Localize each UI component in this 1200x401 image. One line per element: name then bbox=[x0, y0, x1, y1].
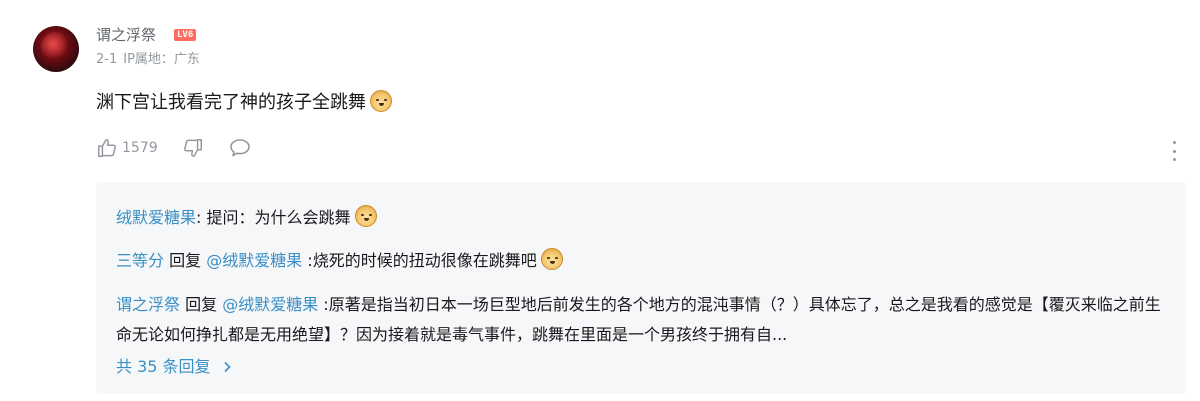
comment-meta: 2-1 IP属地：广东 bbox=[96, 52, 200, 68]
doge-emoji bbox=[354, 205, 377, 227]
reply-item: 三等分 回复 @绒默爱糖果 :烧死的时候的扭动很像在跳舞吧 bbox=[116, 248, 563, 274]
comment-bubble-icon bbox=[229, 139, 250, 157]
level-badge: LV6 bbox=[174, 29, 197, 41]
user-avatar[interactable] bbox=[33, 26, 79, 72]
reply-author[interactable]: 绒默爱糖果 bbox=[116, 208, 196, 227]
comment-username[interactable]: 谓之浮祭 bbox=[96, 26, 156, 44]
view-all-replies-label: 共 35 条回复 bbox=[116, 357, 211, 376]
reply-mention[interactable]: @绒默爱糖果 bbox=[206, 251, 302, 270]
reply-mention[interactable]: @绒默爱糖果 bbox=[222, 295, 318, 314]
thumbs-down-icon bbox=[183, 139, 202, 157]
comment-date: 2-1 bbox=[96, 52, 118, 67]
like-button[interactable]: 1579 bbox=[96, 137, 158, 159]
like-count: 1579 bbox=[122, 140, 158, 156]
comment-actions: 1579 bbox=[96, 137, 276, 159]
reply-separator: : bbox=[318, 295, 329, 314]
view-all-replies-link[interactable]: 共 35 条回复 bbox=[116, 356, 232, 378]
doge-emoji bbox=[540, 248, 563, 270]
reply-separator: : bbox=[302, 251, 313, 270]
more-dot-icon bbox=[1172, 141, 1176, 144]
reply-separator: : bbox=[196, 208, 207, 227]
thumbs-up-icon bbox=[98, 139, 116, 157]
replies-panel: 绒默爱糖果: 提问：为什么会跳舞 三等分 回复 @绒默爱糖果 :烧死的时候的扭动… bbox=[96, 182, 1186, 394]
reply-text: 烧死的时候的扭动很像在跳舞吧 bbox=[312, 251, 537, 270]
doge-emoji bbox=[370, 90, 392, 112]
reply-button[interactable] bbox=[228, 137, 252, 159]
comment-content: 渊下宫让我看完了神的孩子全跳舞 bbox=[96, 90, 392, 116]
reply-word: 回复 bbox=[164, 251, 207, 270]
reply-author[interactable]: 谓之浮祭 bbox=[116, 295, 180, 314]
comment-text: 渊下宫让我看完了神的孩子全跳舞 bbox=[96, 92, 366, 113]
chevron-right-icon bbox=[224, 361, 231, 373]
dislike-button[interactable] bbox=[182, 137, 204, 159]
reply-text: 提问：为什么会跳舞 bbox=[206, 208, 351, 227]
reply-word: 回复 bbox=[180, 295, 223, 314]
more-dot-icon bbox=[1172, 149, 1176, 153]
more-options-button[interactable] bbox=[1170, 141, 1178, 161]
reply-item: 绒默爱糖果: 提问：为什么会跳舞 bbox=[116, 205, 377, 231]
reply-author[interactable]: 三等分 bbox=[116, 251, 164, 270]
reply-item: 谓之浮祭 回复 @绒默爱糖果 :原著是指当初日本一场巨型地后前发生的各个地方的混… bbox=[116, 290, 1176, 350]
more-dot-icon bbox=[1172, 158, 1176, 161]
ip-location: IP属地：广东 bbox=[123, 52, 200, 67]
